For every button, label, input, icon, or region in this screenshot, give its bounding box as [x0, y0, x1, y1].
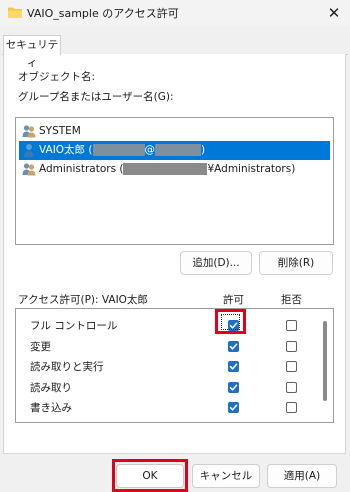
permission-name: 読み取りと実行 — [30, 361, 104, 373]
tab-security[interactable]: セキュリティ — [3, 35, 61, 69]
user-row-vaio-taro[interactable]: VAIO太郎 (@) — [19, 141, 330, 160]
highlight-box — [215, 309, 246, 334]
allow-checkbox[interactable] — [228, 340, 239, 352]
allow-column-header: 許可 — [223, 294, 244, 306]
apply-button[interactable]: 適用(A) — [267, 464, 337, 488]
permission-row: 特殊なアクセス許可 — [16, 418, 316, 424]
allow-checkbox[interactable] — [228, 361, 239, 372]
window-title: VAIO_sample のアクセス許可 — [27, 7, 179, 20]
object-name-label: オブジェクト名: — [18, 71, 96, 83]
group-user-label: グループ名またはユーザー名(G): — [18, 91, 174, 103]
group-users-icon — [22, 125, 36, 138]
user-row-administrators[interactable]: Administrators (¥Administrators) — [19, 160, 330, 179]
remove-button[interactable]: 削除(R) — [259, 251, 333, 275]
allow-checkbox[interactable] — [228, 423, 239, 424]
deny-checkbox[interactable] — [286, 361, 297, 372]
user-name: VAIO太郎 (@) — [39, 144, 206, 156]
scrollbar-thumb[interactable] — [323, 321, 327, 401]
close-icon[interactable]: ✕ — [318, 0, 350, 26]
redacted-block — [123, 163, 208, 175]
deny-checkbox[interactable] — [286, 423, 297, 424]
user-name: SYSTEM — [39, 125, 81, 137]
user-list[interactable]: SYSTEM VAIO太郎 (@) Administrators (¥Admin… — [15, 117, 334, 245]
folder-icon — [8, 7, 22, 18]
allow-checkbox[interactable] — [228, 381, 239, 393]
permission-row: 読み取り — [16, 377, 316, 397]
permission-name: 変更 — [30, 340, 51, 353]
permission-row: 書き込み — [16, 397, 316, 417]
redacted-block — [92, 144, 145, 156]
permissions-list[interactable]: フル コントロール変更読み取りと実行読み取り書き込み特殊なアクセス許可 — [15, 308, 334, 423]
permissions-label: アクセス許可(P): VAIO太郎 — [18, 294, 148, 306]
deny-column-header: 拒否 — [281, 294, 302, 306]
permission-name: 読み取り — [30, 381, 72, 394]
user-icon — [24, 144, 34, 157]
permission-row: 読み取りと実行 — [16, 356, 316, 376]
add-button[interactable]: 追加(D)... — [180, 251, 252, 275]
permission-row: フル コントロール — [16, 315, 316, 335]
deny-checkbox[interactable] — [286, 340, 297, 352]
permission-name: 書き込み — [30, 402, 72, 414]
permission-row: 変更 — [16, 336, 316, 356]
deny-checkbox[interactable] — [286, 402, 297, 413]
user-row-system[interactable]: SYSTEM — [19, 122, 330, 141]
deny-checkbox[interactable] — [286, 381, 297, 393]
deny-checkbox[interactable] — [286, 320, 297, 331]
permission-name: 特殊なアクセス許可 — [30, 421, 124, 423]
group-users-icon — [22, 163, 36, 176]
permission-name: フル コントロール — [30, 320, 118, 332]
cancel-button[interactable]: キャンセル — [192, 464, 260, 488]
allow-checkbox[interactable] — [228, 402, 239, 413]
redacted-block — [155, 144, 201, 156]
user-name: Administrators (¥Administrators) — [39, 163, 296, 175]
highlight-box — [112, 459, 188, 492]
